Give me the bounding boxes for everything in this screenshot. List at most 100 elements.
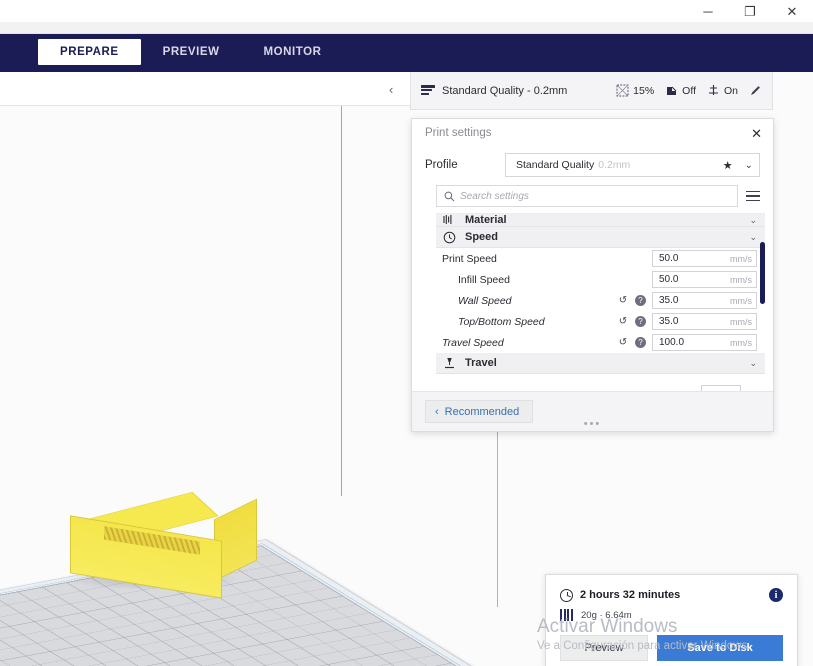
infill-value: 15%	[633, 84, 655, 97]
collapse-panel-icon[interactable]: ‹	[389, 83, 393, 96]
section-travel[interactable]: Travel ⌄	[436, 353, 765, 374]
minimize-icon: ─	[703, 3, 713, 19]
print-settings-footer: ‹ Recommended •••	[412, 391, 773, 431]
infill-icon	[616, 84, 629, 97]
setting-label: Infill Speed	[458, 273, 510, 286]
setting-input[interactable]: 50.0 mm/s	[652, 271, 757, 288]
minimize-button[interactable]: ─	[687, 0, 729, 22]
job-actions: Preview Save to Disk	[560, 635, 783, 661]
setting-input[interactable]: 35.0 mm/s	[652, 313, 757, 330]
print-settings-header: Print settings ✕	[412, 119, 773, 147]
setting-unit: mm/s	[730, 337, 752, 348]
info-icon[interactable]: ?	[635, 295, 646, 306]
setting-label: Travel Speed	[442, 336, 504, 349]
profile-variant: 0.2mm	[598, 159, 631, 171]
revert-icon[interactable]: ↺	[617, 337, 629, 348]
window-title-bar: ─ ❐ ✕	[0, 0, 813, 22]
save-label: Save to Disk	[687, 642, 753, 654]
model-object[interactable]	[64, 490, 257, 599]
main-tabs: PREPARE PREVIEW MONITOR	[38, 39, 343, 65]
print-setup-profile[interactable]: Standard Quality - 0.2mm	[421, 84, 616, 97]
setting-value: 50.0	[659, 274, 679, 285]
chevron-left-icon: ‹	[435, 405, 439, 418]
tab-preview-label: PREVIEW	[162, 46, 220, 58]
preview-button[interactable]: Preview	[560, 635, 648, 661]
save-to-disk-button[interactable]: Save to Disk	[657, 635, 783, 661]
cura-application-window: ─ ❐ ✕ PREPARE PREVIEW MONITOR Marketplac…	[0, 0, 813, 666]
print-setup-bar[interactable]: Standard Quality - 0.2mm 15% Off On	[410, 72, 773, 110]
app-header: PREPARE PREVIEW MONITOR Marketplace K	[0, 34, 813, 100]
tab-prepare-label: PREPARE	[60, 46, 119, 58]
travel-icon	[442, 356, 456, 370]
job-material-value: 20g · 6.64m	[581, 609, 632, 621]
settings-scrollbar[interactable]	[760, 242, 765, 304]
info-icon[interactable]: i	[769, 588, 783, 602]
search-input[interactable]	[460, 190, 730, 202]
profile-row: Profile Standard Quality 0.2mm ★ ⌄	[412, 147, 773, 177]
support-summary[interactable]: Off	[665, 84, 696, 97]
pencil-icon[interactable]	[749, 84, 762, 97]
adhesion-summary[interactable]: On	[707, 84, 738, 97]
chevron-down-icon[interactable]: ⌄	[745, 160, 753, 171]
close-icon[interactable]: ✕	[751, 127, 762, 140]
setting-label: Top/Bottom Speed	[458, 315, 545, 328]
profile-label: Profile	[425, 159, 458, 171]
resize-grip-icon[interactable]: •••	[584, 419, 602, 430]
adhesion-value: On	[723, 84, 738, 97]
setting-input[interactable]: 100.0 mm/s	[652, 334, 757, 351]
job-time-value: 2 hours 32 minutes	[580, 589, 681, 601]
section-material[interactable]: Material ⌄	[436, 214, 765, 227]
info-icon[interactable]: ?	[635, 337, 646, 348]
info-icon[interactable]: ?	[635, 316, 646, 327]
recommended-button[interactable]: ‹ Recommended	[425, 400, 534, 423]
setting-row[interactable]: Wall Speed ↺ ? 35.0 mm/s	[436, 290, 765, 311]
setting-row[interactable]: Travel Speed ↺ ? 100.0 mm/s	[436, 332, 765, 353]
job-time-row: 2 hours 32 minutes i	[560, 588, 783, 602]
setting-label: Wall Speed	[458, 294, 512, 307]
setting-input[interactable]: 50.0 mm/s	[652, 250, 757, 267]
adhesion-icon	[708, 85, 718, 95]
print-settings-panel: Print settings ✕ Profile Standard Qualit…	[411, 118, 774, 432]
revert-icon[interactable]: ↺	[617, 295, 629, 306]
close-icon: ✕	[786, 3, 798, 19]
maximize-button[interactable]: ❐	[729, 0, 771, 22]
clock-icon	[560, 588, 573, 602]
window-menu-strip	[0, 22, 813, 34]
recommended-label: Recommended	[444, 405, 520, 418]
setting-row[interactable]: Print Speed 50.0 mm/s	[436, 248, 765, 269]
section-material-label: Material	[465, 214, 507, 226]
section-speed[interactable]: Speed ⌄	[436, 227, 765, 248]
settings-list[interactable]: Material ⌄ Speed ⌄ Print Speed 50.0 mm/s…	[436, 213, 765, 391]
revert-icon[interactable]: ↺	[617, 316, 629, 327]
tab-prepare[interactable]: PREPARE	[38, 39, 141, 65]
setting-unit: mm/s	[730, 274, 752, 285]
hamburger-icon[interactable]	[746, 190, 760, 202]
chevron-down-icon: ⌄	[749, 357, 757, 368]
infill-summary[interactable]: 15%	[616, 84, 654, 97]
setting-row[interactable]: Top/Bottom Speed ↺ ? 35.0 mm/s	[436, 311, 765, 332]
setting-value: 50.0	[659, 253, 679, 264]
setting-row[interactable]: Infill Speed 50.0 mm/s	[436, 269, 765, 290]
speed-icon	[442, 230, 456, 244]
viewport-top-strip	[0, 72, 410, 106]
setting-input[interactable]: 35.0 mm/s	[652, 292, 757, 309]
print-settings-title: Print settings	[425, 127, 492, 139]
star-icon[interactable]: ★	[723, 159, 733, 172]
search-box[interactable]	[436, 185, 738, 207]
profile-name: Standard Quality	[516, 159, 595, 171]
quality-bars-icon	[421, 84, 435, 97]
search-row	[412, 177, 773, 213]
setting-unit: mm/s	[730, 253, 752, 264]
tab-preview[interactable]: PREVIEW	[141, 39, 242, 65]
close-button[interactable]: ✕	[771, 0, 813, 22]
setting-value: 35.0	[659, 295, 679, 306]
profile-select[interactable]: Standard Quality 0.2mm ★ ⌄	[505, 153, 760, 177]
chevron-down-icon: ⌄	[749, 231, 757, 242]
support-value: Off	[682, 84, 696, 97]
material-icon	[442, 214, 456, 226]
tab-monitor[interactable]: MONITOR	[241, 39, 343, 65]
filament-icon	[560, 609, 573, 621]
print-setup-profile-label: Standard Quality - 0.2mm	[442, 84, 568, 97]
search-icon	[444, 191, 455, 201]
setting-value: 100.0	[659, 337, 685, 348]
